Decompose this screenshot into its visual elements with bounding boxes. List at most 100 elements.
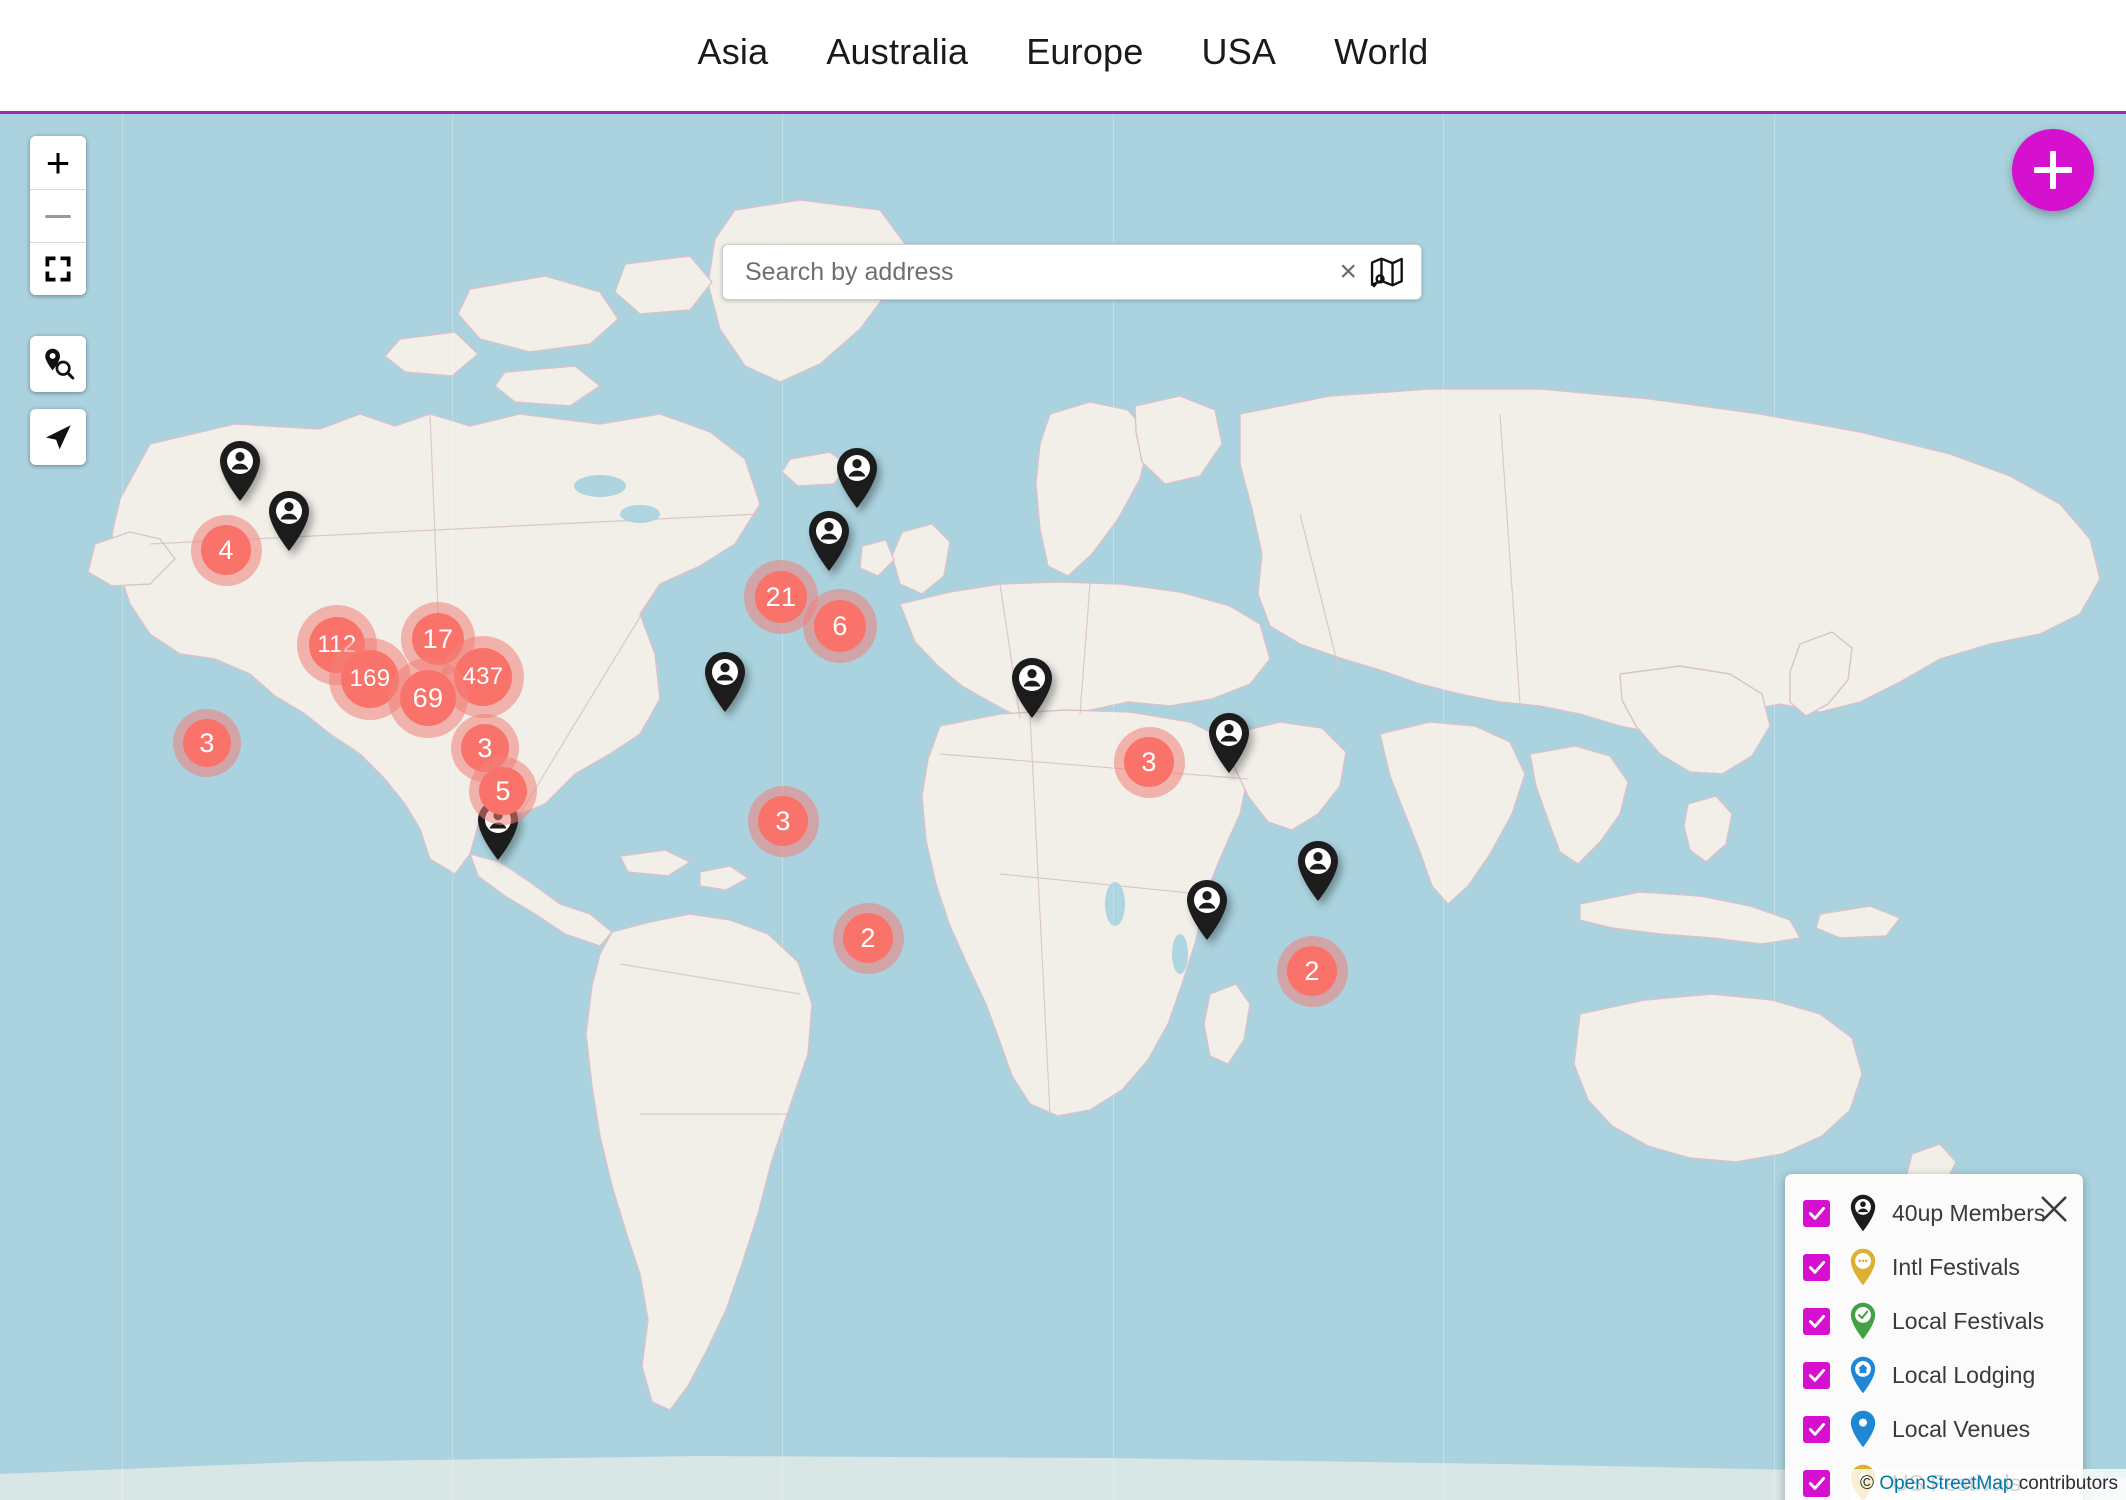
legend-item-label: Local Festivals [1892, 1307, 2045, 1334]
cluster-marker[interactable]: 2 [1276, 935, 1348, 1007]
person-pin-icon [705, 652, 745, 712]
map-canvas[interactable]: + × [0, 114, 2126, 1500]
check-icon [1808, 1368, 1825, 1382]
zoom-control-group: + [30, 136, 86, 295]
map-pin-marker[interactable] [806, 510, 852, 572]
person-pin-icon [1187, 880, 1227, 940]
check-icon [1808, 1314, 1825, 1328]
search-bar[interactable]: × [722, 244, 1422, 300]
map-pin-marker[interactable] [217, 440, 263, 502]
legend-pin-icon [1844, 1356, 1882, 1394]
person-pin-icon [1012, 658, 1052, 718]
map-legend-panel[interactable]: 40up Members Intl Festivals Local Festival… [1785, 1174, 2083, 1500]
person-pin-icon [269, 491, 309, 551]
cluster-marker[interactable]: 2 [832, 902, 904, 974]
person-pin-icon [1298, 841, 1338, 901]
plus-icon-vertical [2050, 151, 2056, 189]
cluster-count: 4 [201, 525, 251, 575]
legend-item-label: Local Lodging [1892, 1361, 2036, 1388]
dot-pin-icon [1850, 1410, 1876, 1448]
zoom-out-button[interactable] [30, 189, 86, 242]
map-attribution: © OpenStreetMap contributors [1850, 1469, 2126, 1500]
legend-pin-icon [1844, 1194, 1882, 1232]
legend-item-label: Intl Festivals [1892, 1253, 2020, 1280]
person-pin-icon [220, 441, 260, 501]
cluster-count: 2 [1287, 946, 1337, 996]
legend-item-local-venues[interactable]: Local Venues [1785, 1402, 2083, 1456]
nav-item-australia[interactable]: Australia [826, 33, 968, 70]
check-icon [1808, 1422, 1825, 1436]
legend-item-label: Local Venues [1892, 1415, 2031, 1442]
cluster-marker[interactable]: 3 [1113, 726, 1185, 798]
cluster-count: 3 [1124, 737, 1174, 787]
attribution-copyright: © [1860, 1473, 1880, 1495]
home-pin-icon [1850, 1356, 1876, 1394]
chat-pin-icon [1850, 1248, 1876, 1286]
locate-arrow-icon [46, 425, 71, 450]
check-icon [1808, 1476, 1825, 1490]
marker-search-icon [45, 348, 75, 380]
map-pin-marker[interactable] [702, 651, 748, 713]
legend-item-local-lodging[interactable]: Local Lodging [1785, 1348, 2083, 1402]
legend-checkbox[interactable] [1803, 1307, 1830, 1335]
nav-item-europe[interactable]: Europe [1026, 33, 1143, 70]
person-pin-icon [1209, 713, 1249, 773]
cluster-count: 5 [479, 767, 527, 815]
cluster-count: 2 [843, 913, 893, 963]
add-button[interactable] [2012, 129, 2094, 211]
zoom-in-label: + [45, 138, 71, 186]
legend-rows: 40up Members Intl Festivals Local Festival… [1785, 1186, 2083, 1500]
nav-item-usa[interactable]: USA [1202, 33, 1277, 70]
fullscreen-button[interactable] [30, 242, 86, 295]
search-clear-button[interactable]: × [1327, 257, 1369, 287]
attribution-suffix: contributors [2013, 1473, 2118, 1495]
legend-checkbox[interactable] [1803, 1415, 1830, 1443]
legend-checkbox[interactable] [1803, 1199, 1830, 1227]
map-tile-seam [122, 114, 123, 1500]
map-tile-seam [452, 114, 453, 1500]
map-pin-marker[interactable] [834, 447, 880, 509]
marker-search-button[interactable] [30, 336, 86, 392]
map-tile-seam [1774, 114, 1775, 1500]
person-pin-icon [1850, 1194, 1876, 1232]
map-pin-marker[interactable] [1184, 879, 1230, 941]
locate-button[interactable] [30, 409, 86, 465]
cluster-count: 6 [814, 600, 866, 652]
legend-checkbox[interactable] [1803, 1469, 1830, 1497]
cluster-marker[interactable]: 5 [469, 757, 537, 825]
cluster-marker[interactable]: 3 [747, 785, 819, 857]
openstreetmap-link[interactable]: OpenStreetMap [1879, 1473, 2013, 1494]
legend-item-intl-festivals[interactable]: Intl Festivals [1785, 1240, 2083, 1294]
fullscreen-icon [45, 256, 71, 282]
legend-item-local-festivals[interactable]: Local Festivals [1785, 1294, 2083, 1348]
cluster-marker[interactable]: 69 [388, 658, 468, 738]
map-pin-marker[interactable] [266, 490, 312, 552]
map-tile-seam [1113, 114, 1114, 1500]
legend-pin-icon [1844, 1302, 1882, 1340]
cluster-count: 21 [755, 571, 807, 623]
close-icon[interactable] [2039, 1194, 2069, 1224]
nav-item-asia[interactable]: Asia [698, 33, 769, 70]
map-pin-marker[interactable] [1295, 840, 1341, 902]
primary-nav: Asia Australia Europe USA World [698, 33, 1429, 70]
cluster-count: 3 [758, 796, 808, 846]
map-pin-marker[interactable] [1009, 657, 1055, 719]
check-icon [1808, 1206, 1825, 1220]
person-pin-icon [837, 448, 877, 508]
cluster-count: 69 [400, 670, 456, 726]
check-pin-icon [1850, 1302, 1876, 1340]
search-input[interactable] [745, 257, 1328, 287]
cluster-marker[interactable]: 4 [190, 514, 262, 586]
legend-pin-icon [1844, 1248, 1882, 1286]
map-pin-marker[interactable] [1206, 712, 1252, 774]
legend-checkbox[interactable] [1803, 1253, 1830, 1281]
zoom-in-button[interactable]: + [30, 136, 86, 189]
legend-checkbox[interactable] [1803, 1361, 1830, 1389]
folded-map-icon[interactable] [1369, 255, 1407, 289]
cluster-marker[interactable]: 3 [173, 709, 241, 777]
map-tile-seam [1443, 114, 1444, 1500]
nav-item-world[interactable]: World [1334, 33, 1428, 70]
site-header: Asia Australia Europe USA World [0, 0, 2126, 114]
cluster-marker[interactable]: 6 [803, 589, 877, 663]
legend-pin-icon [1844, 1410, 1882, 1448]
